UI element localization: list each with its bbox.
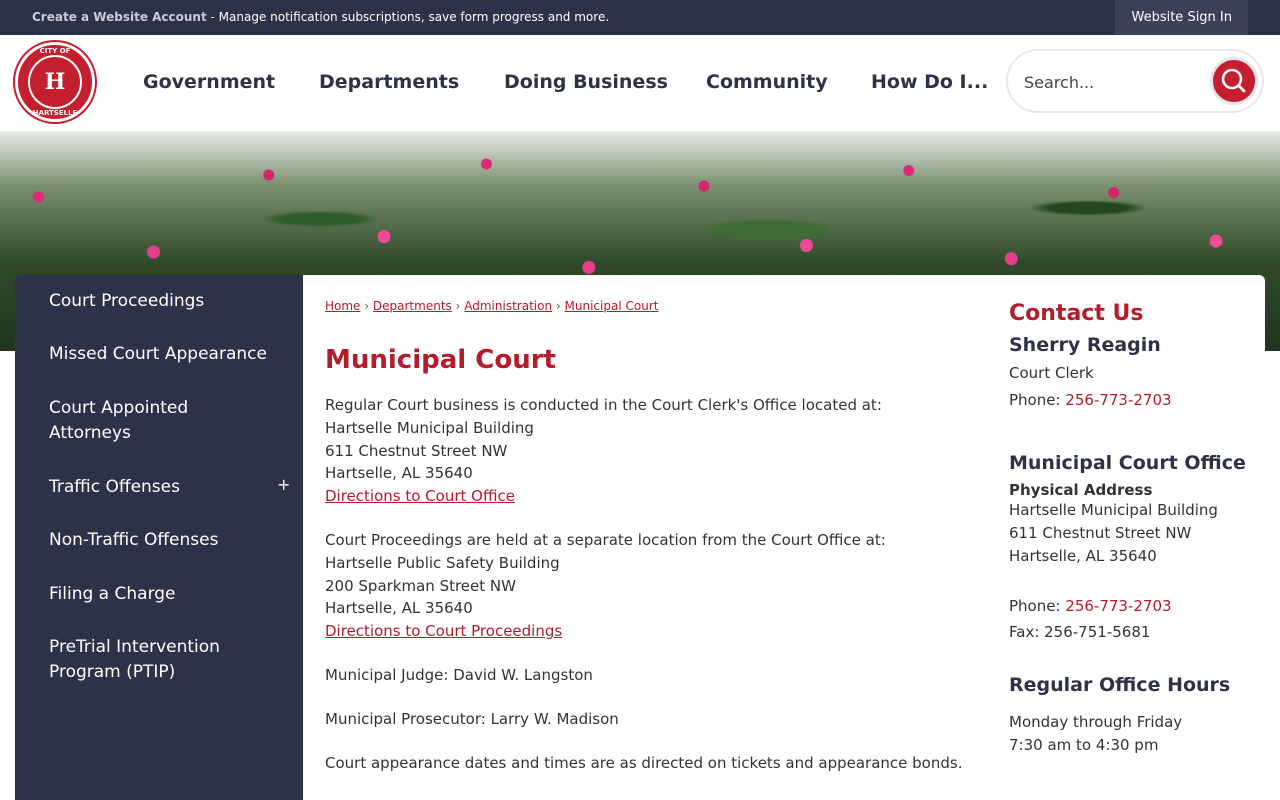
contact-phone-link[interactable]: 256-773-2703 [1065,391,1171,409]
office-heading: Municipal Court Office [1009,452,1246,474]
search-input[interactable] [1024,69,1194,95]
site-header: CITY OF H HARTSELLE Government Departmen… [0,35,1280,131]
phone-label: Phone: [1009,391,1066,409]
proceedings-address-line: Hartselle, AL 35640 [325,599,473,618]
city-logo[interactable]: CITY OF H HARTSELLE [15,42,95,122]
hours-line: 7:30 am to 4:30 pm [1009,736,1159,754]
directions-court-office-link[interactable]: Directions to Court Office [325,487,515,505]
account-message: Create a Website Account - Manage notifi… [32,10,609,24]
search-button[interactable] [1210,57,1258,105]
office-address-line: Hartselle, AL 35640 [325,464,473,483]
municipal-judge: Municipal Judge: David W. Langston [325,665,593,684]
office-address: Hartselle Municipal Building [1009,501,1218,519]
nav-doing-business[interactable]: Doing Business [504,71,668,93]
breadcrumb-departments[interactable]: Departments [373,299,452,313]
breadcrumb-home[interactable]: Home [325,299,360,313]
office-address: Hartselle, AL 35640 [1009,547,1157,565]
sidebar-item-filing-a-charge[interactable]: Filing a Charge [49,582,279,607]
logo-ring: H [28,55,82,109]
expand-traffic-offenses-button[interactable]: + [277,475,290,494]
sidebar-item-pretrial-intervention[interactable]: PreTrial Intervention Program (PTIP) [49,635,249,685]
contact-panel: Contact Us Sherry Reagin Court Clerk Pho… [1009,301,1249,757]
nav-how-do-i[interactable]: How Do I... [871,71,988,93]
create-account-link[interactable]: Create a Website Account [32,10,207,24]
breadcrumb-separator: › [455,299,461,313]
logo-bottom-text: HARTSELLE [32,109,78,117]
office-phone: Phone: 256-773-2703 [1009,595,1249,618]
breadcrumb: Home › Departments › Administration › Mu… [325,299,658,313]
search-box [1006,49,1264,113]
nav-government[interactable]: Government [143,71,275,93]
office-intro: Regular Court business is conducted in t… [325,396,882,414]
page-title: Municipal Court [325,345,556,375]
address-label: Physical Address [1009,481,1153,499]
office-phone-link[interactable]: 256-773-2703 [1065,597,1171,615]
contact-role: Court Clerk [1009,364,1094,382]
proceedings-address-line: 200 Sparkman Street NW [325,576,516,595]
office-address-line: 611 Chestnut Street NW [325,441,508,460]
breadcrumb-municipal-court[interactable]: Municipal Court [565,299,659,313]
side-navigation: Court Proceedings Missed Court Appearanc… [15,275,303,800]
proceedings-address-line: Hartselle Public Safety Building [325,553,560,572]
office-address: 611 Chestnut Street NW [1009,524,1192,542]
breadcrumb-administration[interactable]: Administration [464,299,552,313]
directions-court-proceedings-link[interactable]: Directions to Court Proceedings [325,622,562,640]
hours-line: Monday through Friday [1009,713,1183,731]
breadcrumb-separator: › [364,299,370,313]
sidebar-item-traffic-offenses[interactable]: Traffic Offenses [49,475,279,500]
sidebar-item-non-traffic-offenses[interactable]: Non-Traffic Offenses [49,528,279,553]
contact-title: Contact Us [1009,301,1144,326]
contact-name: Sherry Reagin [1009,334,1161,356]
account-message-text: - Manage notification subscriptions, sav… [206,10,610,24]
breadcrumb-separator: › [555,299,561,313]
municipal-prosecutor: Municipal Prosecutor: Larry W. Madison [325,709,619,728]
phone-label: Phone: [1009,597,1066,615]
office-address-line: Hartselle Municipal Building [325,418,534,437]
contact-phone: Phone: 256-773-2703 [1009,389,1249,412]
office-fax: Fax: 256-751-5681 [1009,623,1151,641]
website-sign-in-button[interactable]: Website Sign In [1115,0,1248,35]
sidebar-item-court-proceedings[interactable]: Court Proceedings [49,289,279,314]
hours-heading: Regular Office Hours [1009,674,1231,696]
search-icon [1221,68,1246,93]
nav-community[interactable]: Community [706,71,828,93]
logo-letter: H [44,69,66,95]
proceedings-intro: Court Proceedings are held at a separate… [325,530,886,549]
logo-top-text: CITY OF [39,47,71,55]
court-info: Regular Court business is conducted in t… [325,394,965,774]
nav-departments[interactable]: Departments [319,71,459,93]
sidebar-item-court-appointed-attorneys[interactable]: Court Appointed Attorneys [49,396,219,446]
top-bar: Create a Website Account - Manage notifi… [0,0,1280,35]
sidebar-item-missed-court-appearance[interactable]: Missed Court Appearance [49,342,279,367]
main-content: Home › Departments › Administration › Mu… [303,275,1265,800]
appearance-note: Court appearance dates and times are as … [325,753,963,772]
